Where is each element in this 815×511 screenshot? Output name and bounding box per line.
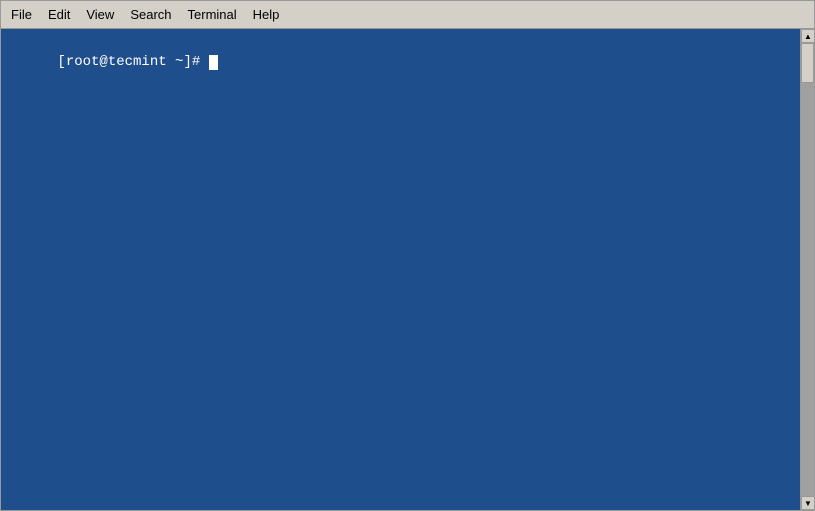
terminal-area[interactable]: [root@tecmint ~]# ▲ ▼ — [1, 29, 814, 510]
scrollbar-down-button[interactable]: ▼ — [801, 496, 814, 510]
scrollbar[interactable]: ▲ ▼ — [800, 29, 814, 510]
terminal-output: [root@tecmint ~]# — [7, 33, 808, 92]
menu-search[interactable]: Search — [122, 4, 179, 25]
terminal-cursor — [209, 55, 218, 70]
terminal-prompt: [root@tecmint ~]# — [57, 54, 208, 70]
menu-help[interactable]: Help — [245, 4, 288, 25]
scrollbar-track — [801, 43, 814, 496]
menu-view[interactable]: View — [78, 4, 122, 25]
terminal-window: File Edit View Search Terminal Help [roo… — [0, 0, 815, 511]
menu-terminal[interactable]: Terminal — [180, 4, 245, 25]
menubar: File Edit View Search Terminal Help — [1, 1, 814, 29]
scrollbar-up-button[interactable]: ▲ — [801, 29, 814, 43]
scrollbar-thumb[interactable] — [801, 43, 814, 83]
menu-edit[interactable]: Edit — [40, 4, 78, 25]
menu-file[interactable]: File — [3, 4, 40, 25]
